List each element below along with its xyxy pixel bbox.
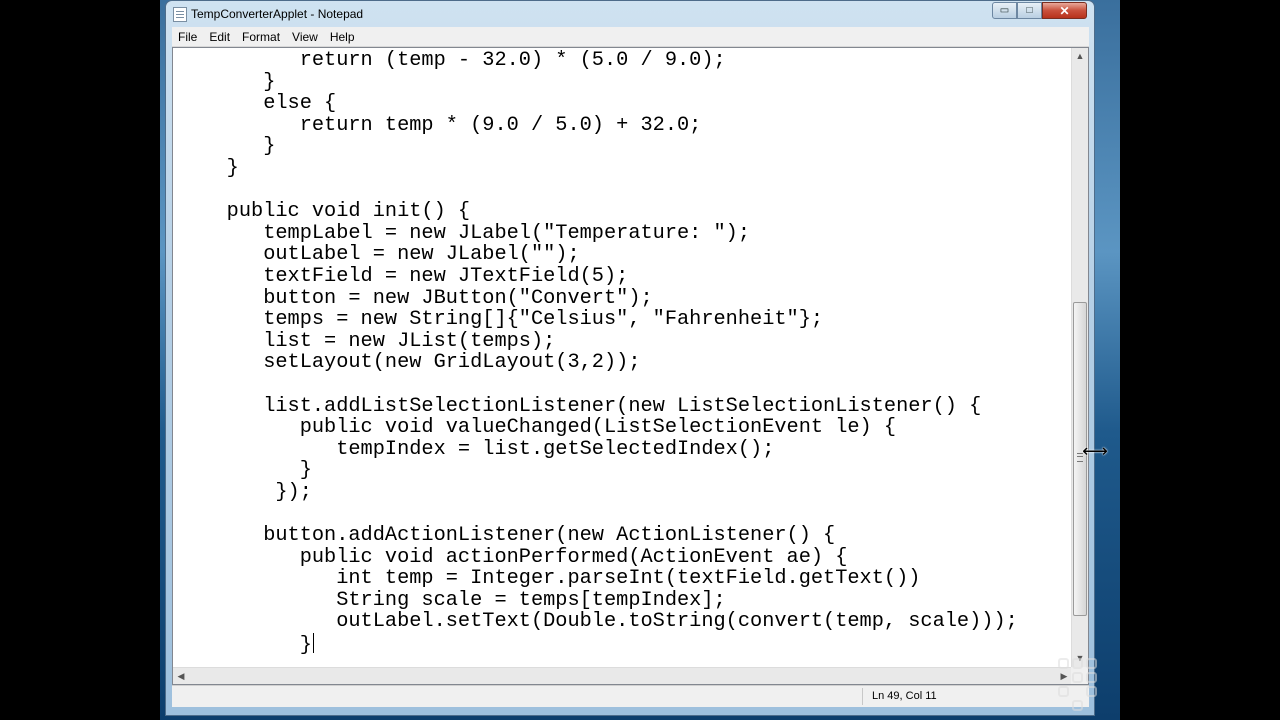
menu-file[interactable]: File — [172, 27, 203, 47]
maximize-button[interactable]: □ — [1017, 2, 1042, 19]
code-line[interactable]: public void actionPerformed(ActionEvent … — [178, 547, 1018, 569]
code-line[interactable]: outLabel.setText(Double.toString(convert… — [178, 611, 1018, 633]
code-line[interactable]: temps = new String[]{"Celsius", "Fahrenh… — [178, 309, 1018, 331]
scroll-left-arrow-icon[interactable]: ◀ — [173, 668, 189, 684]
title-bar[interactable]: TempConverterApplet - Notepad ▭ □ ✕ — [166, 1, 1094, 28]
code-line[interactable] — [178, 374, 1018, 396]
code-line[interactable]: outLabel = new JLabel(""); — [178, 244, 1018, 266]
cursor-position: Ln 49, Col 11 — [872, 690, 937, 702]
code-line[interactable]: list.addListSelectionListener(new ListSe… — [178, 395, 1018, 418]
close-icon: ✕ — [1059, 3, 1070, 18]
code-line[interactable]: setLayout(new GridLayout(3,2)); — [178, 352, 1018, 374]
code-line[interactable]: return (temp - 32.0) * (5.0 / 9.0); — [178, 50, 1018, 72]
menu-bar: File Edit Format View Help — [172, 27, 1089, 47]
caption-buttons: ▭ □ ✕ — [992, 2, 1087, 20]
code-line[interactable] — [178, 503, 1018, 525]
minimize-button[interactable]: ▭ — [992, 2, 1017, 19]
code-line[interactable]: textField = new JTextField(5); — [178, 266, 1018, 288]
code-text[interactable]: return (temp - 32.0) * (5.0 / 9.0); } el… — [178, 50, 1018, 657]
code-line[interactable]: } — [178, 460, 1018, 482]
code-line[interactable]: int temp = Integer.parseInt(textField.ge… — [178, 568, 1018, 590]
scroll-up-arrow-icon[interactable]: ▲ — [1072, 48, 1088, 65]
code-line[interactable]: button.addActionListener(new ActionListe… — [178, 525, 1018, 547]
menu-format[interactable]: Format — [236, 27, 286, 47]
code-line[interactable]: list = new JList(temps); — [178, 331, 1018, 353]
code-line[interactable]: tempLabel = new JLabel("Temperature: "); — [178, 223, 1018, 245]
code-line[interactable] — [178, 180, 1018, 202]
code-line[interactable]: String scale = temps[tempIndex]; — [178, 590, 1018, 612]
code-line[interactable]: }); — [178, 482, 1018, 504]
code-line[interactable]: } — [178, 71, 1018, 94]
menu-help[interactable]: Help — [324, 27, 361, 47]
text-caret — [312, 633, 314, 654]
close-button[interactable]: ✕ — [1042, 2, 1087, 19]
text-editor-area[interactable]: return (temp - 32.0) * (5.0 / 9.0); } el… — [172, 47, 1089, 685]
window-title: TempConverterApplet - Notepad — [191, 7, 364, 21]
code-line[interactable]: tempIndex = list.getSelectedIndex(); — [178, 439, 1018, 461]
status-bar: Ln 49, Col 11 — [172, 685, 1089, 707]
code-line[interactable]: public void init() { — [178, 201, 1018, 223]
notepad-window: TempConverterApplet - Notepad ▭ □ ✕ File… — [165, 0, 1095, 716]
code-line[interactable]: public void valueChanged(ListSelectionEv… — [178, 417, 1018, 439]
minimize-icon: ▭ — [999, 4, 1010, 16]
code-line[interactable]: } — [178, 158, 1018, 180]
code-line[interactable]: button = new JButton("Convert"); — [178, 287, 1018, 310]
horizontal-scrollbar[interactable]: ◀ ▶ — [173, 667, 1072, 684]
watermark-logo-icon — [1058, 658, 1120, 718]
notepad-icon[interactable] — [173, 7, 187, 22]
code-line[interactable]: } — [178, 633, 1018, 657]
vertical-scrollbar[interactable]: ▲ ▼ — [1071, 48, 1088, 667]
resize-horizontal-cursor-icon: ⟷ — [1082, 441, 1108, 461]
status-divider — [862, 688, 863, 705]
maximize-icon: □ — [1026, 4, 1033, 16]
menu-view[interactable]: View — [286, 27, 324, 47]
code-line[interactable]: return temp * (9.0 / 5.0) + 32.0; — [178, 115, 1018, 137]
code-line[interactable]: else { — [178, 93, 1018, 115]
menu-edit[interactable]: Edit — [203, 27, 236, 47]
code-line[interactable]: } — [178, 136, 1018, 158]
